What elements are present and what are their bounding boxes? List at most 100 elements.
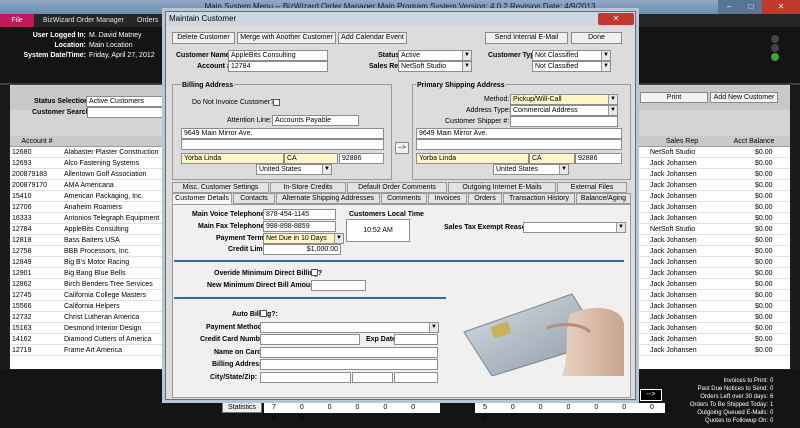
tax-exempt-label: Sales Tax Exempt Reason: xyxy=(444,224,533,231)
grid-cell-account: 12849 xyxy=(12,259,32,266)
fax-input[interactable]: 998-898-8859 xyxy=(263,221,336,232)
menu-orders[interactable]: Orders xyxy=(137,14,158,27)
billing-state-input[interactable]: CA xyxy=(284,153,338,164)
account-input[interactable]: 12784 xyxy=(228,61,328,72)
status-select[interactable]: Active ▼ xyxy=(398,50,472,61)
payment-terms-value: Net Due in 10 Days xyxy=(266,235,327,242)
cc-city-input[interactable] xyxy=(260,372,351,383)
exp-date-input[interactable] xyxy=(394,334,438,345)
tab-customer-details[interactable]: Customer Details xyxy=(172,193,232,204)
section-divider xyxy=(174,297,446,299)
tab-transaction-history[interactable]: Transaction History xyxy=(503,193,575,204)
tax-exempt-select[interactable]: ▼ xyxy=(523,222,626,233)
cc-state-input[interactable] xyxy=(352,372,393,383)
close-icon[interactable]: ✕ xyxy=(762,0,800,14)
col-balance[interactable]: Acct Balance xyxy=(718,136,790,147)
no-invoice-checkbox[interactable] xyxy=(273,99,280,106)
delete-customer-button[interactable]: Delete Customer xyxy=(172,32,235,44)
name-on-card-input[interactable] xyxy=(260,347,438,358)
copy-address-button[interactable]: --> xyxy=(395,142,409,154)
new-min-amount-input[interactable] xyxy=(311,280,366,291)
shipping-address-line-2[interactable] xyxy=(416,139,622,150)
minimize-icon[interactable]: – xyxy=(718,0,740,14)
billing-zip-input[interactable]: 92886 xyxy=(339,153,384,164)
status-value: Active xyxy=(401,52,421,59)
customer-type-1-value: Not Classified xyxy=(535,52,579,59)
grid-cell-name: American Packaging, Inc. xyxy=(64,193,144,200)
grid-cell-balance: $0.00 xyxy=(755,281,773,288)
grid-cell-sales-rep: Jack Johansen xyxy=(650,347,697,354)
attention-input[interactable]: Accounts Payable xyxy=(272,115,359,126)
shipping-city-input[interactable]: Yorba Linda xyxy=(416,153,529,164)
tab-outgoing-emails[interactable]: Outgoing Internet E-Mails xyxy=(448,182,556,193)
customer-type-select-1[interactable]: Not Classified ▼ xyxy=(532,50,611,61)
customer-search-input[interactable] xyxy=(87,107,164,118)
customer-type-select-2[interactable]: Not Classified ▼ xyxy=(532,61,611,72)
tab-balance-aging[interactable]: Balance/Aging xyxy=(576,193,631,204)
col-sales-rep[interactable]: Sales Rep xyxy=(647,136,717,147)
address-type-select[interactable]: Commercial Address ▼ xyxy=(510,105,618,116)
statistics-button[interactable]: Statistics xyxy=(222,401,262,413)
tab-contacts[interactable]: Contacts xyxy=(233,193,275,204)
tab-alternate-shipping[interactable]: Alternate Shipping Addresses xyxy=(276,193,380,204)
grid-cell-balance: $0.00 xyxy=(755,259,773,266)
shipping-zip-input[interactable]: 92886 xyxy=(575,153,622,164)
method-select[interactable]: Pickup/Will-Call ▼ xyxy=(510,94,618,105)
grid-cell-name: Big Bang Blue Bells xyxy=(64,270,126,277)
add-calendar-event-button[interactable]: Add Calendar Event xyxy=(338,32,407,44)
tab-invoices[interactable]: Invoices xyxy=(428,193,467,204)
tab-default-order-comments[interactable]: Default Order Comments xyxy=(347,182,447,193)
send-internal-email-button[interactable]: Send Internal E-Mail xyxy=(485,32,568,44)
traffic-light-icon xyxy=(766,34,784,62)
col-account[interactable]: Account # xyxy=(10,136,64,147)
grid-cell-sales-rep: Jack Johansen xyxy=(650,193,697,200)
tab-comments[interactable]: Comments xyxy=(381,193,427,204)
auto-billing-checkbox[interactable] xyxy=(260,310,267,317)
customer-name-input[interactable]: AppleBits Consulting xyxy=(228,50,328,61)
billing-country-select[interactable]: United States ▼ xyxy=(256,164,332,175)
menu-bizwizard[interactable]: BizWizard Order Manager xyxy=(43,14,124,27)
billing-address-line-2[interactable] xyxy=(181,139,384,150)
stat-label: Orders Left over 30 days: xyxy=(700,394,768,400)
grid-cell-account: 12758 xyxy=(12,248,32,255)
attention-label: Attention Line: xyxy=(227,117,272,124)
tab-orders[interactable]: Orders xyxy=(468,193,502,204)
shipping-address-line-1[interactable]: 9649 Main Mirror Ave. xyxy=(416,128,622,139)
menu-file[interactable]: File xyxy=(0,14,34,27)
grid-cell-sales-rep: Jack Johansen xyxy=(650,248,697,255)
tab-in-store-credits[interactable]: In-Store Credits xyxy=(270,182,346,193)
shipper-input[interactable] xyxy=(510,116,618,127)
maximize-icon[interactable]: □ xyxy=(740,0,762,14)
payment-method-label: Payment Method: xyxy=(206,324,265,331)
payment-terms-select[interactable]: Net Due in 10 Days ▼ xyxy=(263,233,344,244)
payment-method-select[interactable]: ▼ xyxy=(260,322,439,333)
add-new-customer-button[interactable]: Add New Customer xyxy=(710,92,778,103)
billing-address-line-1[interactable]: 9649 Main Mirror Ave. xyxy=(181,128,384,139)
cc-zip-input[interactable] xyxy=(394,372,438,383)
tab-external-files[interactable]: External Files xyxy=(557,182,627,193)
grid-cell-balance: $0.00 xyxy=(755,314,773,321)
credit-limit-input[interactable]: $1,000.00 xyxy=(263,244,341,255)
tab-misc-settings[interactable]: Misc. Customer Settings xyxy=(172,182,269,193)
main-phone-input[interactable]: 878-454-1145 xyxy=(263,209,336,220)
grid-cell-account: 200879170 xyxy=(12,182,48,189)
stats-next-button[interactable]: --> xyxy=(640,389,662,401)
print-button[interactable]: Print xyxy=(640,92,708,103)
shipping-country-select[interactable]: United States ▼ xyxy=(493,164,569,175)
sales-rep-select[interactable]: NetSoft Studio ▼ xyxy=(398,61,472,72)
billing-city-input[interactable]: Yorba Linda xyxy=(181,153,284,164)
grid-cell-account: 12745 xyxy=(12,292,32,299)
merge-customer-button[interactable]: Merge with Another Customer xyxy=(237,32,336,44)
override-billing-checkbox[interactable] xyxy=(311,269,318,276)
fax-label: Main Fax Telephone #: xyxy=(198,223,273,230)
billing-address-cc-input[interactable] xyxy=(260,359,438,370)
grid-cell-balance: $0.00 xyxy=(755,204,773,211)
credit-card-input[interactable] xyxy=(260,334,360,345)
shipping-state-input[interactable]: CA xyxy=(529,153,575,164)
dialog-close-icon[interactable]: ✕ xyxy=(598,13,634,25)
done-button[interactable]: Done xyxy=(571,32,622,44)
grid-cell-name: Birch Benders Tree Services xyxy=(64,281,153,288)
grid-cell-account: 12719 xyxy=(12,347,32,354)
billing-address-cc-label: Billing Address: xyxy=(212,361,266,368)
status-selection-input[interactable]: Active Customers xyxy=(86,96,166,107)
